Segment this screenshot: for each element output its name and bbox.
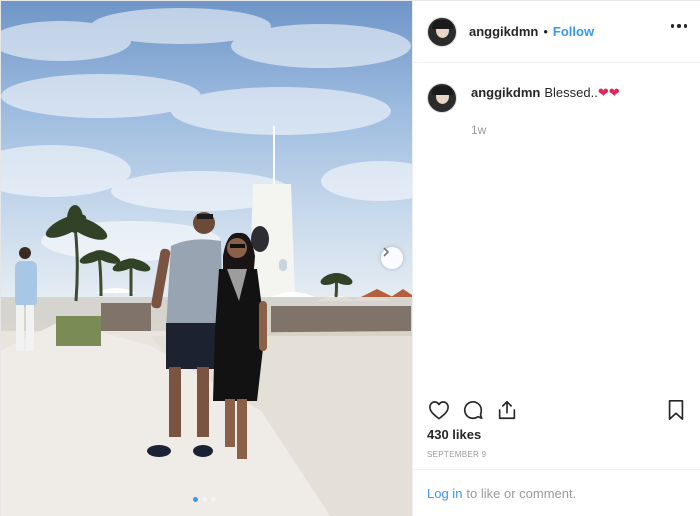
post-details-panel: anggikdmn • Follow anggikdmn Blessed..❤❤ …: [412, 1, 700, 516]
avatar[interactable]: [427, 16, 457, 47]
follow-button[interactable]: Follow: [553, 24, 594, 39]
photo-scene: [1, 8, 412, 516]
caption-body: Blessed..: [544, 85, 598, 100]
carousel-dot: [211, 497, 216, 502]
post-header: anggikdmn • Follow: [413, 1, 700, 63]
caption-username[interactable]: anggikdmn: [471, 85, 540, 100]
carousel-dot: [202, 497, 207, 502]
caption-row: anggikdmn Blessed..❤❤: [427, 81, 687, 113]
carousel-dots: [193, 497, 216, 502]
chevron-right-icon: [383, 247, 390, 257]
header-separator: •: [543, 24, 548, 39]
instagram-post: anggikdmn • Follow anggikdmn Blessed..❤❤ …: [0, 0, 700, 516]
action-bar: [413, 393, 700, 427]
post-photo[interactable]: [1, 1, 412, 516]
login-prompt-text: to like or comment.: [466, 486, 577, 501]
like-button[interactable]: [427, 398, 451, 422]
share-icon: [498, 400, 516, 420]
comment-button[interactable]: [461, 398, 485, 422]
caption-time-ago: 1w: [471, 123, 487, 137]
comments-section: anggikdmn Blessed..❤❤ 1w: [413, 63, 700, 137]
more-options-icon[interactable]: [670, 24, 687, 28]
login-link[interactable]: Log in: [427, 486, 462, 501]
header-username[interactable]: anggikdmn: [469, 24, 538, 39]
heart-emoji: ❤❤: [597, 85, 620, 100]
carousel-dot-active: [193, 497, 198, 502]
likes-count[interactable]: 430 likes: [427, 427, 481, 442]
post-date: SEPTEMBER 9: [427, 450, 487, 459]
save-button[interactable]: [664, 398, 688, 422]
caption-avatar[interactable]: [427, 83, 457, 113]
comment-icon: [463, 401, 483, 420]
login-prompt: Log in to like or comment.: [413, 469, 700, 516]
bookmark-icon: [668, 400, 684, 420]
caption-text: anggikdmn Blessed..❤❤: [471, 84, 620, 102]
heart-icon: [429, 401, 449, 420]
carousel-next-button[interactable]: [381, 247, 403, 269]
share-button[interactable]: [495, 398, 519, 422]
